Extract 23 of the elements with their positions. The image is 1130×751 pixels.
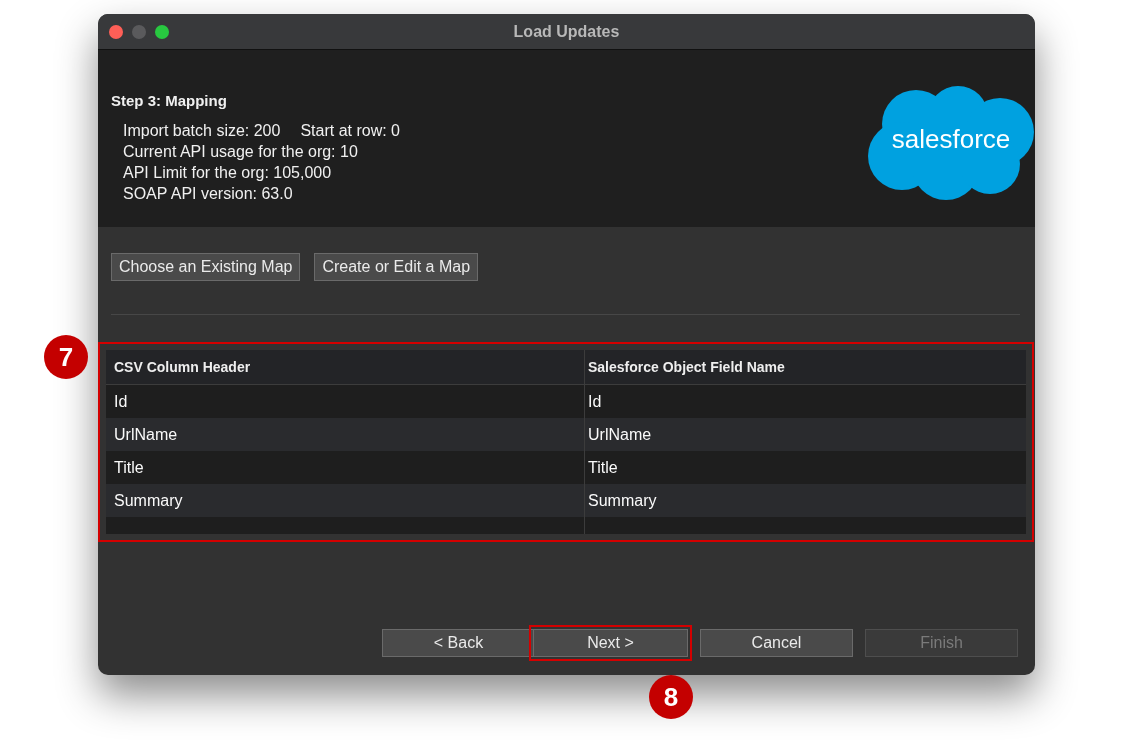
map-button[interactable]: Choose an Existing Map	[111, 253, 301, 281]
zoom-button[interactable]	[155, 24, 169, 39]
info-text: SOAP API version: 63.0	[123, 184, 293, 204]
step-title: Step 3: Mapping	[111, 92, 228, 109]
wizard-button[interactable]: Next >	[533, 629, 688, 657]
column-header[interactable]: CSV Column Header	[106, 350, 584, 385]
info-text: Current API usage for the org: 10	[123, 142, 358, 162]
table-cell: UrlName	[584, 418, 1026, 451]
wizard-button[interactable]: Cancel	[700, 629, 853, 657]
table-cell: Summary	[584, 484, 1026, 517]
close-button[interactable]	[109, 24, 123, 39]
window-title: Load Updates	[512, 22, 621, 41]
callout-badge: 7	[44, 335, 88, 379]
wizard-button[interactable]: < Back	[382, 629, 535, 657]
info-text: Start at row: 0	[300, 121, 400, 141]
table-cell: UrlName	[106, 418, 584, 451]
table-cell: Summary	[106, 484, 584, 517]
callout-badge: 8	[649, 675, 693, 719]
column-header[interactable]: Salesforce Object Field Name	[584, 350, 1026, 385]
map-button[interactable]: Create or Edit a Map	[314, 253, 479, 281]
logo-drawing: salesforce	[866, 84, 1036, 202]
info-text: API Limit for the org: 105,000	[123, 163, 332, 183]
info-text: Import batch size: 200	[123, 121, 281, 141]
